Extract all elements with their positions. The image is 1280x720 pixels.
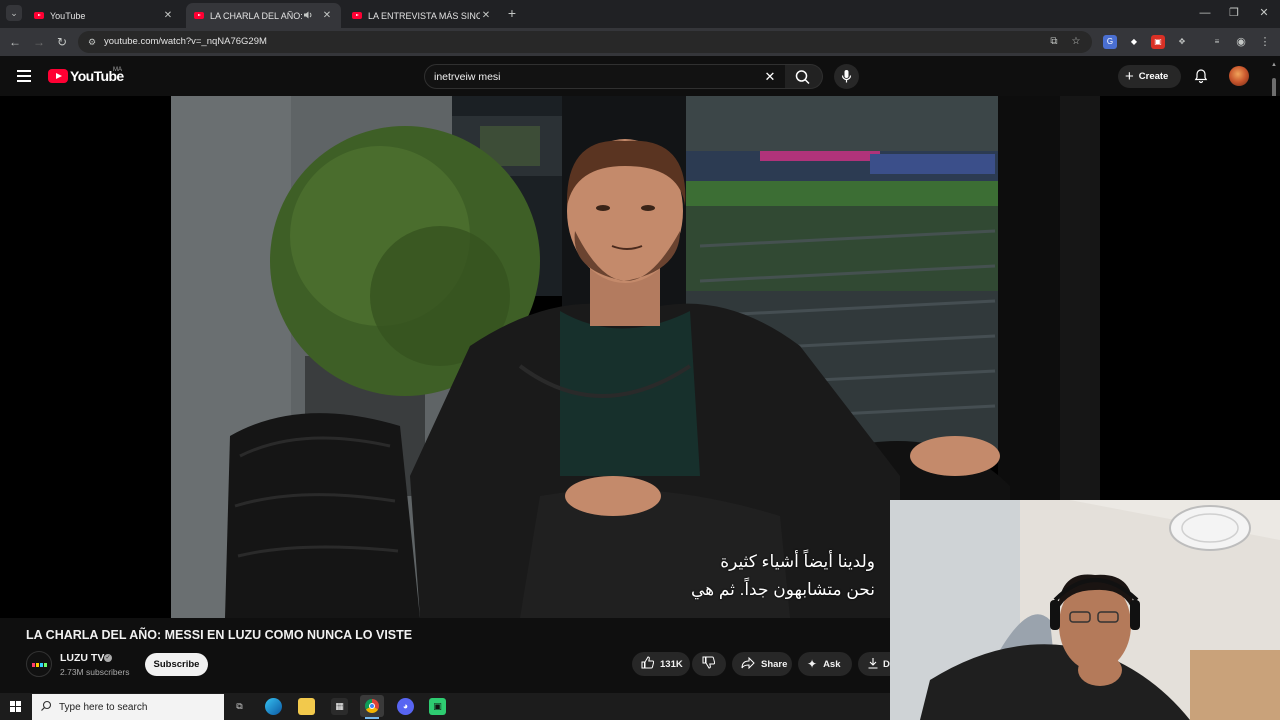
new-tab-icon[interactable]: +: [505, 5, 519, 21]
window-close-icon[interactable]: ✕: [1256, 5, 1272, 21]
windows-start-icon[interactable]: [10, 701, 21, 712]
extension-diamond-icon[interactable]: ◆: [1127, 35, 1141, 49]
dislike-button[interactable]: [692, 652, 726, 676]
hamburger-menu-icon[interactable]: [17, 70, 31, 82]
site-info-icon[interactable]: ⚙: [86, 36, 98, 48]
channel-name[interactable]: LUZU TV: [60, 652, 104, 664]
youtube-favicon-icon: [352, 12, 362, 19]
taskbar-search-placeholder: Type here to search: [59, 702, 148, 713]
tab-close-icon[interactable]: ✕: [162, 10, 174, 21]
file-explorer-icon[interactable]: [298, 698, 315, 715]
search-icon: [40, 700, 52, 712]
edge-browser-icon[interactable]: [265, 698, 282, 715]
browser-tab-strip: ⌄ YouTube ✕ LA CHARLA DEL AÑO: MESS ✕ LA…: [0, 0, 1280, 28]
microphone-icon: [841, 70, 852, 83]
thumbs-down-icon: [702, 656, 716, 672]
search-icon: [795, 70, 810, 85]
search-button[interactable]: [785, 64, 823, 89]
tab-youtube[interactable]: YouTube ✕: [26, 3, 182, 28]
download-icon: [867, 657, 879, 672]
caption-line-1: ولدينا أيضاً أشياء كثيرة: [720, 552, 875, 571]
plus-icon: +: [1125, 68, 1134, 85]
task-view-icon[interactable]: ⧉: [231, 698, 248, 715]
search-box[interactable]: ✕: [424, 64, 786, 89]
microsoft-store-icon[interactable]: ▦: [331, 698, 348, 715]
subscribe-button[interactable]: Subscribe: [145, 653, 208, 676]
extension-red-icon[interactable]: ▣: [1151, 35, 1165, 49]
youtube-favicon-icon: [34, 12, 44, 19]
country-code: MA: [113, 67, 122, 73]
voice-search-button[interactable]: [834, 64, 859, 89]
discord-icon[interactable]: ◕: [397, 698, 414, 715]
webcam-feed: [890, 500, 1280, 720]
forward-icon[interactable]: →: [31, 34, 47, 50]
sparkle-icon: ✦: [807, 657, 818, 671]
ask-button[interactable]: ✦ Ask: [798, 652, 852, 676]
chrome-active-indicator: [365, 717, 379, 719]
profile-icon[interactable]: ◉: [1234, 35, 1248, 49]
tab-la-entrevista[interactable]: LA ENTREVISTA MÁS SINCERA ✕: [344, 3, 500, 28]
tab-la-charla[interactable]: LA CHARLA DEL AÑO: MESS ✕: [186, 3, 341, 28]
youtube-header: YouTube MA ✕ + Create: [0, 56, 1280, 96]
speaker-icon[interactable]: [303, 10, 315, 22]
like-button[interactable]: 131K: [632, 652, 690, 676]
app-green-icon[interactable]: ▣: [429, 698, 446, 715]
bookmark-star-icon[interactable]: ☆: [1069, 35, 1083, 49]
verified-badge-icon: ✓: [104, 654, 112, 662]
chrome-taskbar-button[interactable]: [360, 695, 384, 717]
extensions-puzzle-icon[interactable]: ✥: [1175, 35, 1189, 49]
translate-extension-icon[interactable]: G: [1103, 35, 1117, 49]
notifications-bell-icon[interactable]: [1193, 68, 1209, 84]
webcam-overlay: [890, 500, 1280, 720]
share-label: Share: [761, 658, 788, 670]
tab-label: LA CHARLA DEL AÑO: MESS: [210, 10, 303, 21]
reload-icon[interactable]: ↻: [54, 34, 70, 50]
address-bar[interactable]: ⚙ youtube.com/watch?v=_nqNA76G29M ⧉ ☆: [78, 31, 1092, 53]
create-button[interactable]: + Create: [1118, 65, 1181, 88]
search-input[interactable]: [434, 70, 734, 84]
ask-label: Ask: [823, 658, 841, 670]
create-label: Create: [1138, 71, 1169, 82]
download-label: D: [883, 658, 890, 670]
restore-icon[interactable]: ❐: [1226, 5, 1242, 21]
back-icon[interactable]: ←: [7, 34, 23, 50]
minimize-icon[interactable]: —: [1197, 5, 1213, 21]
youtube-logo-icon[interactable]: [48, 69, 68, 83]
url-text[interactable]: youtube.com/watch?v=_nqNA76G29M: [104, 36, 267, 47]
thumbs-up-icon: [641, 656, 655, 672]
browser-toolbar: ← → ↻ ⚙ youtube.com/watch?v=_nqNA76G29M …: [0, 28, 1280, 56]
account-avatar[interactable]: [1229, 66, 1249, 86]
tab-close-icon[interactable]: ✕: [321, 10, 333, 21]
tab-label: LA ENTREVISTA MÁS SINCERA: [368, 10, 480, 21]
browser-menu-icon[interactable]: ⋮: [1258, 35, 1272, 49]
chrome-icon: [365, 699, 379, 713]
install-app-icon[interactable]: ⧉: [1047, 35, 1061, 49]
tab-search-icon[interactable]: ⌄: [6, 5, 22, 21]
clear-search-icon[interactable]: ✕: [762, 69, 778, 85]
youtube-favicon-icon: [194, 12, 204, 19]
taskbar-search-box[interactable]: Type here to search: [32, 694, 224, 720]
tab-label: YouTube: [50, 10, 86, 21]
download-button[interactable]: D: [858, 652, 890, 676]
subscriber-count: 2.73M subscribers: [60, 667, 130, 677]
caption-line-2: نحن متشابهون جداً. ثم هي: [690, 580, 875, 599]
scroll-up-icon[interactable]: ▲: [1271, 62, 1277, 68]
tab-close-icon[interactable]: ✕: [480, 10, 492, 21]
like-count: 131K: [660, 658, 683, 670]
share-arrow-icon: [741, 656, 755, 672]
channel-avatar[interactable]: [26, 651, 52, 677]
share-button[interactable]: Share: [732, 652, 792, 676]
video-title: LA CHARLA DEL AÑO: MESSI EN LUZU COMO NU…: [26, 628, 413, 642]
media-controls-icon[interactable]: ≡: [1210, 35, 1224, 49]
